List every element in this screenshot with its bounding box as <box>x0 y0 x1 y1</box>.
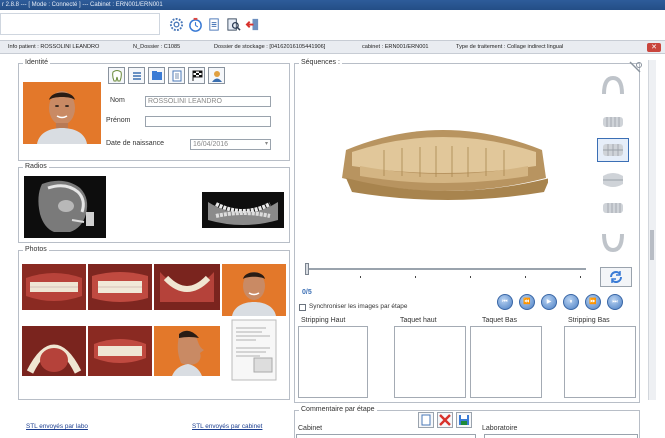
search-document-icon[interactable] <box>225 15 241 33</box>
prenom-label: Prénom <box>106 117 131 124</box>
taquet-haut-box[interactable] <box>394 326 466 398</box>
photo-face-smile[interactable] <box>222 264 286 316</box>
sequence-counter: 0/5 <box>302 289 312 296</box>
identite-legend: Identité <box>23 59 50 66</box>
stripping-haut-box[interactable] <box>298 326 368 398</box>
photo-occlusal-lower[interactable] <box>88 326 152 376</box>
nom-field[interactable]: ROSSOLINI LEANDRO <box>145 96 271 107</box>
scrollbar-thumb[interactable] <box>650 230 654 260</box>
stripping-haut-label: Stripping Haut <box>299 317 348 324</box>
slider-tick <box>580 276 581 278</box>
commentaire-legend: Commentaire par étape <box>299 406 377 413</box>
radio-panoramique[interactable] <box>202 192 284 228</box>
view-lower-occlusal[interactable] <box>597 230 629 254</box>
play-button[interactable]: ▶ <box>541 294 557 310</box>
list-icon[interactable] <box>128 67 145 84</box>
commentaire-labo-label: Laboratoire <box>482 425 518 432</box>
view-front[interactable] <box>597 138 629 162</box>
slider-tick <box>360 276 361 278</box>
user-icon[interactable] <box>208 67 225 84</box>
delete-icon[interactable] <box>437 412 453 428</box>
photo-intraoral-front[interactable] <box>88 264 152 310</box>
photo-document[interactable] <box>224 318 284 382</box>
toolbar-field[interactable] <box>0 13 160 35</box>
rewind-button[interactable]: ⏪ <box>519 294 535 310</box>
info-stockage: Dossier de stockage : [04162016105441906… <box>214 44 326 50</box>
view-lower-right[interactable] <box>597 168 629 192</box>
commentaire-cabinet-field[interactable] <box>296 434 476 438</box>
patient-info-bar: Info patient : ROSSOLINI LEANDRO N_Dossi… <box>0 40 665 54</box>
exit-icon[interactable] <box>244 15 260 33</box>
stripping-bas-box[interactable] <box>564 326 636 398</box>
slider-tick <box>415 276 416 278</box>
info-cabinet: cabinet : ERN001/ERN001 <box>362 44 429 50</box>
finish-flag-icon[interactable] <box>188 67 205 84</box>
info-patient: Info patient : ROSSOLINI LEANDRO <box>8 44 100 50</box>
taquet-haut-label: Taquet haut <box>398 317 439 324</box>
photo-occlusal-upper[interactable] <box>22 326 86 376</box>
sync-label: Synchroniser les images par étape <box>309 303 408 310</box>
sequence-slider-handle[interactable] <box>305 263 309 275</box>
photo-intraoral-right[interactable] <box>22 264 86 310</box>
info-dossier: N_Dossier : C1085 <box>133 44 181 50</box>
naissance-label: Date de naissance <box>106 140 164 147</box>
close-button[interactable]: ✕ <box>647 43 661 52</box>
settings-icon[interactable] <box>168 15 184 33</box>
toolbar-icons <box>168 15 260 33</box>
stl-cabinet-link[interactable]: STL envoyés par cabinet <box>192 423 262 430</box>
taquet-bas-label: Taquet Bas <box>480 317 520 324</box>
photo-profile[interactable] <box>154 326 220 376</box>
pause-button[interactable]: ⏸ <box>563 294 579 310</box>
view-left[interactable] <box>597 196 629 220</box>
naissance-field[interactable]: 16/04/2016 ▾ <box>190 139 271 150</box>
folder-icon[interactable] <box>148 67 165 84</box>
stl-labo-link[interactable]: STL envoyés par labo <box>26 423 88 430</box>
refresh-button[interactable] <box>600 267 632 287</box>
patient-portrait[interactable] <box>23 82 101 144</box>
forward-button[interactable]: ⏩ <box>585 294 601 310</box>
slider-tick <box>525 276 526 278</box>
sequences-legend: Séquences : <box>299 59 342 66</box>
slider-tick <box>470 276 471 278</box>
page-icon[interactable] <box>168 67 185 84</box>
first-button[interactable]: ⏮ <box>497 294 513 310</box>
view-upper-occlusal[interactable] <box>597 74 629 98</box>
view-upper-right[interactable] <box>597 110 629 134</box>
chevron-down-icon[interactable]: ▾ <box>265 140 268 149</box>
naissance-value: 16/04/2016 <box>193 141 229 148</box>
stripping-bas-label: Stripping Bas <box>566 317 612 324</box>
sequence-slider-track[interactable] <box>306 268 586 270</box>
refresh-icon <box>610 271 622 283</box>
radios-legend: Radios <box>23 163 49 170</box>
tooth-icon[interactable] <box>108 67 125 84</box>
photo-intraoral-left[interactable] <box>154 264 220 310</box>
photos-legend: Photos <box>23 246 49 253</box>
sync-checkbox[interactable] <box>299 304 306 311</box>
last-button[interactable]: ⏭ <box>607 294 623 310</box>
clock-icon[interactable] <box>187 15 203 33</box>
dental-model-3d[interactable] <box>340 128 548 200</box>
commentaire-cabinet-label: Cabinet <box>298 425 323 432</box>
radio-ceph[interactable] <box>24 176 106 238</box>
note-icon[interactable] <box>418 412 434 428</box>
window-title: r 2.8.8 --- [ Mode : Connecté ] --- Cabi… <box>0 0 665 10</box>
info-traitement: Type de traitement : Collage indirect li… <box>456 44 564 50</box>
toolbar <box>0 10 665 40</box>
taquet-bas-box[interactable] <box>470 326 542 398</box>
document-icon[interactable] <box>206 15 222 33</box>
nom-label: Nom <box>110 97 125 104</box>
commentaire-labo-field[interactable] <box>484 434 638 438</box>
collapse-corner-icon[interactable] <box>628 60 642 74</box>
save-icon[interactable] <box>456 412 472 428</box>
prenom-field[interactable] <box>145 116 271 127</box>
